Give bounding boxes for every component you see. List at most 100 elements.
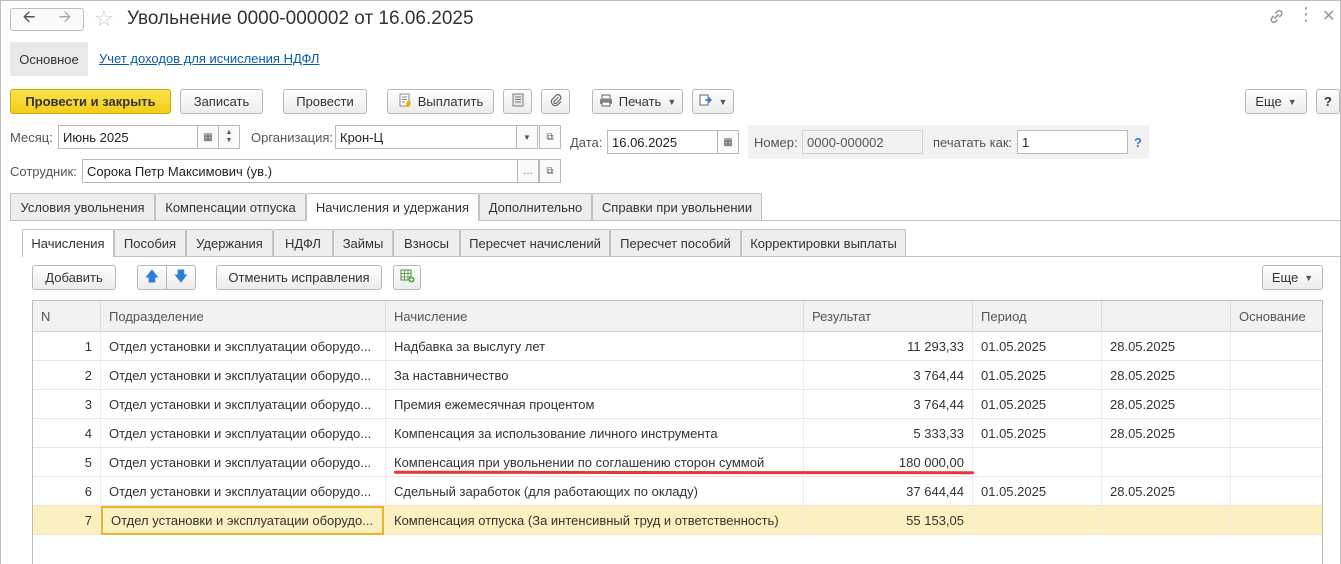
move-up-button[interactable]: 🡅: [137, 265, 167, 290]
organization-open-button[interactable]: ⧉: [539, 125, 561, 149]
cell-result[interactable]: 55 153,05: [804, 506, 973, 535]
section-income-link[interactable]: Учет доходов для исчисления НДФЛ: [99, 51, 319, 66]
post-and-close-button[interactable]: Провести и закрыть: [10, 89, 171, 114]
column-header-accrual[interactable]: Начисление: [386, 301, 804, 332]
cell-period-to[interactable]: 28.05.2025: [1102, 332, 1231, 361]
more-button[interactable]: Еще ▼: [1245, 89, 1307, 114]
cell-accrual[interactable]: Сдельный заработок (для работающих по ок…: [386, 477, 804, 506]
month-field[interactable]: Июнь 2025: [58, 125, 198, 149]
cell-period-from[interactable]: 01.05.2025: [973, 419, 1102, 448]
organization-dropdown[interactable]: ▼: [516, 125, 538, 149]
section-main[interactable]: Основное: [10, 42, 88, 76]
cell-basis[interactable]: [1231, 477, 1322, 506]
cell-department[interactable]: Отдел установки и эксплуатации оборудо..…: [101, 361, 386, 390]
cell-department[interactable]: Отдел установки и эксплуатации оборудо..…: [101, 448, 386, 477]
employee-select-button[interactable]: …: [517, 159, 539, 183]
table-row[interactable]: 6 Отдел установки и эксплуатации оборудо…: [33, 477, 1322, 506]
tab-additional[interactable]: Дополнительно: [479, 193, 592, 220]
subtab-deductions[interactable]: Удержания: [186, 229, 273, 256]
add-button[interactable]: Добавить: [32, 265, 116, 290]
organization-field[interactable]: Крон-Ц: [335, 125, 517, 149]
subtab-ndfl[interactable]: НДФЛ: [273, 229, 333, 256]
cancel-corrections-button[interactable]: Отменить исправления: [216, 265, 382, 290]
attach-button[interactable]: [541, 89, 570, 114]
fill-table-button[interactable]: [393, 265, 421, 290]
accruals-table[interactable]: N Подразделение Начисление Результат Пер…: [32, 300, 1323, 564]
subtab-benefits[interactable]: Пособия: [114, 229, 186, 256]
employee-open-button[interactable]: ⧉: [539, 159, 561, 183]
date-calendar-button[interactable]: ▦: [717, 130, 739, 154]
cell-accrual[interactable]: За наставничество: [386, 361, 804, 390]
cell-period-to[interactable]: 28.05.2025: [1102, 390, 1231, 419]
cell-period-from[interactable]: [973, 506, 1102, 535]
cell-period-to[interactable]: 28.05.2025: [1102, 419, 1231, 448]
column-header-period[interactable]: Период: [973, 301, 1102, 332]
column-header-n[interactable]: N: [33, 301, 101, 332]
cell-result[interactable]: 37 644,44: [804, 477, 973, 506]
cell-department[interactable]: Отдел установки и эксплуатации оборудо..…: [101, 332, 386, 361]
subtab-contributions[interactable]: Взносы: [393, 229, 460, 256]
tab-certificates[interactable]: Справки при увольнении: [592, 193, 762, 220]
subtab-recalc-benefits[interactable]: Пересчет пособий: [610, 229, 741, 256]
cell-period-from[interactable]: 01.05.2025: [973, 390, 1102, 419]
pay-button[interactable]: Выплатить: [387, 89, 494, 114]
tab-dismissal-conditions[interactable]: Условия увольнения: [10, 193, 155, 220]
cell-department[interactable]: Отдел установки и эксплуатации оборудо..…: [101, 390, 386, 419]
cell-basis[interactable]: [1231, 448, 1322, 477]
date-field[interactable]: 16.06.2025: [607, 130, 718, 154]
cell-period-from[interactable]: [973, 448, 1102, 477]
print-as-field[interactable]: 1: [1017, 130, 1128, 154]
table-row[interactable]: 4 Отдел установки и эксплуатации оборудо…: [33, 419, 1322, 448]
cell-period-to[interactable]: 28.05.2025: [1102, 477, 1231, 506]
cell-period-to[interactable]: 28.05.2025: [1102, 361, 1231, 390]
subtab-accruals[interactable]: Начисления: [22, 229, 114, 257]
table-row[interactable]: 1 Отдел установки и эксплуатации оборудо…: [33, 332, 1322, 361]
help-button[interactable]: ?: [1316, 89, 1340, 114]
close-icon[interactable]: ✕: [1322, 6, 1335, 26]
journal-button[interactable]: [503, 89, 532, 114]
post-button[interactable]: Провести: [283, 89, 367, 114]
print-button[interactable]: Печать ▼: [592, 89, 683, 114]
cell-department[interactable]: Отдел установки и эксплуатации оборудо..…: [101, 506, 384, 535]
cell-period-from[interactable]: 01.05.2025: [973, 361, 1102, 390]
cell-accrual[interactable]: Компенсация за использование личного инс…: [386, 419, 804, 448]
cell-department[interactable]: Отдел установки и эксплуатации оборудо..…: [101, 477, 386, 506]
calendar-button[interactable]: ▦: [197, 125, 219, 149]
month-stepper[interactable]: ▲ ▼: [218, 125, 240, 149]
forward-button[interactable]: 🡪: [47, 8, 84, 31]
column-header-department[interactable]: Подразделение: [101, 301, 386, 332]
subtab-payment-corrections[interactable]: Корректировки выплаты: [741, 229, 906, 256]
cell-basis[interactable]: [1231, 390, 1322, 419]
cell-period-from[interactable]: 01.05.2025: [973, 477, 1102, 506]
tab-accruals-deductions[interactable]: Начисления и удержания: [306, 193, 479, 221]
cell-department[interactable]: Отдел установки и эксплуатации оборудо..…: [101, 419, 386, 448]
cell-period-from[interactable]: 01.05.2025: [973, 332, 1102, 361]
table-row[interactable]: 3 Отдел установки и эксплуатации оборудо…: [33, 390, 1322, 419]
number-field[interactable]: 0000-000002: [802, 130, 923, 154]
grid-more-button[interactable]: Еще ▼: [1262, 265, 1323, 290]
subtab-loans[interactable]: Займы: [333, 229, 393, 256]
employee-field[interactable]: Сорока Петр Максимович (ув.): [82, 159, 518, 183]
cell-basis[interactable]: [1231, 332, 1322, 361]
tab-vacation-compensation[interactable]: Компенсации отпуска: [155, 193, 306, 220]
move-down-button[interactable]: 🡇: [166, 265, 196, 290]
help-icon[interactable]: ?: [1134, 135, 1142, 150]
cell-basis[interactable]: [1231, 419, 1322, 448]
cell-period-to[interactable]: [1102, 506, 1231, 535]
cell-accrual[interactable]: Надбавка за выслугу лет: [386, 332, 804, 361]
cell-result[interactable]: 5 333,33: [804, 419, 973, 448]
create-based-button[interactable]: ▼: [692, 89, 734, 114]
column-header-basis[interactable]: Основание: [1231, 301, 1322, 332]
table-row[interactable]: 2 Отдел установки и эксплуатации оборудо…: [33, 361, 1322, 390]
column-header-result[interactable]: Результат: [804, 301, 973, 332]
cell-basis[interactable]: [1231, 361, 1322, 390]
column-header-period-end[interactable]: [1102, 301, 1231, 332]
subtab-recalc-accruals[interactable]: Пересчет начислений: [460, 229, 610, 256]
link-icon[interactable]: [1268, 8, 1285, 29]
star-icon[interactable]: ☆: [94, 6, 114, 32]
cell-accrual[interactable]: Премия ежемесячная процентом: [386, 390, 804, 419]
cell-accrual[interactable]: Компенсация отпуска (За интенсивный труд…: [386, 506, 804, 535]
cell-result[interactable]: 11 293,33: [804, 332, 973, 361]
cell-period-to[interactable]: [1102, 448, 1231, 477]
cell-basis[interactable]: [1231, 506, 1322, 535]
